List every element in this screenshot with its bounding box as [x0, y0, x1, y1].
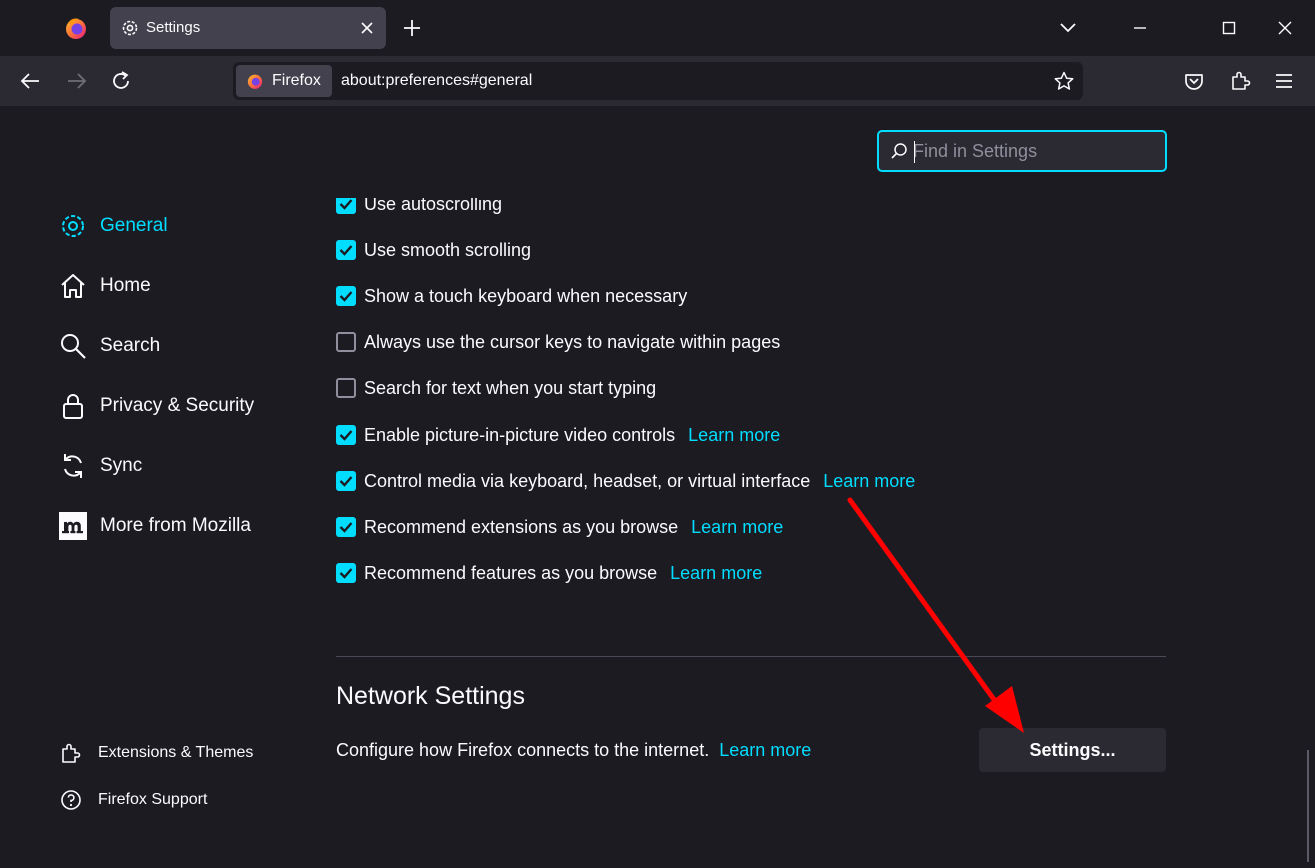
close-tab-icon[interactable]: [356, 17, 378, 39]
learn-more-link[interactable]: Learn more: [688, 425, 780, 446]
menu-icon[interactable]: [1271, 68, 1297, 94]
sidebar-item-label: Privacy & Security: [100, 395, 254, 417]
nav-bar: Firefox about:preferences#general: [0, 56, 1315, 106]
tab-title: Settings: [146, 19, 200, 36]
checkbox-checked[interactable]: [336, 425, 356, 445]
maximize-icon[interactable]: [1215, 14, 1243, 42]
extensions-icon[interactable]: [1227, 68, 1253, 94]
sidebar-item-general[interactable]: General: [58, 210, 168, 242]
sidebar-item-sync[interactable]: Sync: [58, 450, 142, 482]
sync-icon: [58, 451, 88, 481]
pocket-icon[interactable]: [1181, 68, 1207, 94]
identity-box[interactable]: Firefox: [236, 65, 332, 97]
option-label: Always use the cursor keys to navigate w…: [364, 332, 780, 353]
network-settings-heading: Network Settings: [336, 682, 525, 711]
checkbox-checked[interactable]: [336, 471, 356, 491]
learn-more-link[interactable]: Learn more: [691, 517, 783, 538]
option-label: Search for text when you start typing: [364, 378, 656, 399]
forward-icon[interactable]: [63, 68, 89, 94]
section-divider: [336, 656, 1166, 657]
bookmark-star-icon[interactable]: [1053, 70, 1075, 92]
checkbox-unchecked[interactable]: [336, 378, 356, 398]
recommend-features-option[interactable]: Recommend features as you browse Learn m…: [336, 561, 762, 585]
option-label: Control media via keyboard, headset, or …: [364, 471, 810, 492]
reload-icon[interactable]: [108, 68, 134, 94]
touch-keyboard-option[interactable]: Show a touch keyboard when necessary: [336, 284, 687, 308]
sidebar-item-mozilla[interactable]: More from Mozilla: [58, 510, 251, 542]
tab-settings[interactable]: Settings: [110, 7, 386, 49]
mozilla-icon: [58, 511, 88, 541]
puzzle-icon: [60, 742, 82, 764]
help-icon: [60, 789, 82, 811]
text-caret: [914, 141, 915, 163]
option-label: Use smooth scrolling: [364, 240, 531, 261]
firefox-logo-icon[interactable]: [62, 14, 90, 42]
url-text[interactable]: about:preferences#general: [341, 72, 532, 90]
sidebar-item-search[interactable]: Search: [58, 330, 160, 362]
smooth-scrolling-option[interactable]: Use smooth scrolling: [336, 238, 531, 262]
new-tab-icon[interactable]: [400, 16, 424, 40]
preferences-content: General Home Search Privacy & Security S…: [0, 106, 1315, 868]
checkbox-checked[interactable]: [336, 517, 356, 537]
sidebar-item-home[interactable]: Home: [58, 270, 151, 302]
back-icon[interactable]: [18, 68, 44, 94]
search-icon: [58, 331, 88, 361]
find-in-settings-input[interactable]: [913, 137, 1153, 165]
recommend-extensions-option[interactable]: Recommend extensions as you browse Learn…: [336, 515, 783, 539]
firefox-logo-icon: [245, 71, 265, 91]
sidebar-item-label: Search: [100, 335, 160, 357]
media-control-option[interactable]: Control media via keyboard, headset, or …: [336, 469, 915, 493]
option-label: Recommend extensions as you browse: [364, 517, 678, 538]
minimize-icon[interactable]: [1126, 14, 1154, 42]
sidebar-extensions-themes[interactable]: Extensions & Themes: [60, 741, 253, 765]
sidebar-item-privacy[interactable]: Privacy & Security: [58, 390, 254, 422]
sidebar-item-label: General: [100, 215, 168, 237]
gear-icon: [120, 18, 140, 38]
gear-icon: [58, 211, 88, 241]
option-label: Recommend features as you browse: [364, 563, 657, 584]
network-settings-description: Configure how Firefox connects to the in…: [336, 740, 811, 761]
identity-label: Firefox: [272, 72, 321, 90]
search-icon: [889, 141, 909, 161]
learn-more-link[interactable]: Learn more: [823, 471, 915, 492]
checkbox-checked[interactable]: [336, 198, 356, 214]
sidebar-item-label: More from Mozilla: [100, 515, 251, 537]
close-window-icon[interactable]: [1271, 14, 1299, 42]
network-description-text: Configure how Firefox connects to the in…: [336, 740, 709, 760]
sidebar-footer-label: Firefox Support: [98, 791, 207, 809]
checkbox-checked[interactable]: [336, 563, 356, 583]
picture-in-picture-option[interactable]: Enable picture-in-picture video controls…: [336, 423, 780, 447]
home-icon: [58, 271, 88, 301]
sidebar-footer-label: Extensions & Themes: [98, 744, 253, 762]
general-pane: Use autoscrolling Use smooth scrolling S…: [336, 198, 1166, 868]
sidebar-item-label: Sync: [100, 455, 142, 477]
lock-icon: [58, 391, 88, 421]
learn-more-link[interactable]: Learn more: [719, 740, 811, 760]
option-label: Use autoscrolling: [364, 198, 502, 215]
scrollbar-thumb[interactable]: [1307, 750, 1309, 862]
checkbox-checked[interactable]: [336, 240, 356, 260]
cursor-keys-option[interactable]: Always use the cursor keys to navigate w…: [336, 330, 780, 354]
option-label: Show a touch keyboard when necessary: [364, 286, 687, 307]
tab-strip: Settings: [0, 0, 1315, 56]
list-all-tabs-icon[interactable]: [1054, 14, 1082, 42]
option-label: Enable picture-in-picture video controls: [364, 425, 675, 446]
find-in-settings[interactable]: [877, 130, 1167, 172]
learn-more-link[interactable]: Learn more: [670, 563, 762, 584]
sidebar-firefox-support[interactable]: Firefox Support: [60, 788, 207, 812]
search-typing-option[interactable]: Search for text when you start typing: [336, 376, 656, 400]
autoscroll-option[interactable]: Use autoscrolling: [336, 198, 502, 216]
url-bar[interactable]: Firefox about:preferences#general: [233, 62, 1083, 100]
network-settings-button[interactable]: Settings...: [979, 728, 1166, 772]
sidebar-item-label: Home: [100, 275, 151, 297]
checkbox-checked[interactable]: [336, 286, 356, 306]
checkbox-unchecked[interactable]: [336, 332, 356, 352]
